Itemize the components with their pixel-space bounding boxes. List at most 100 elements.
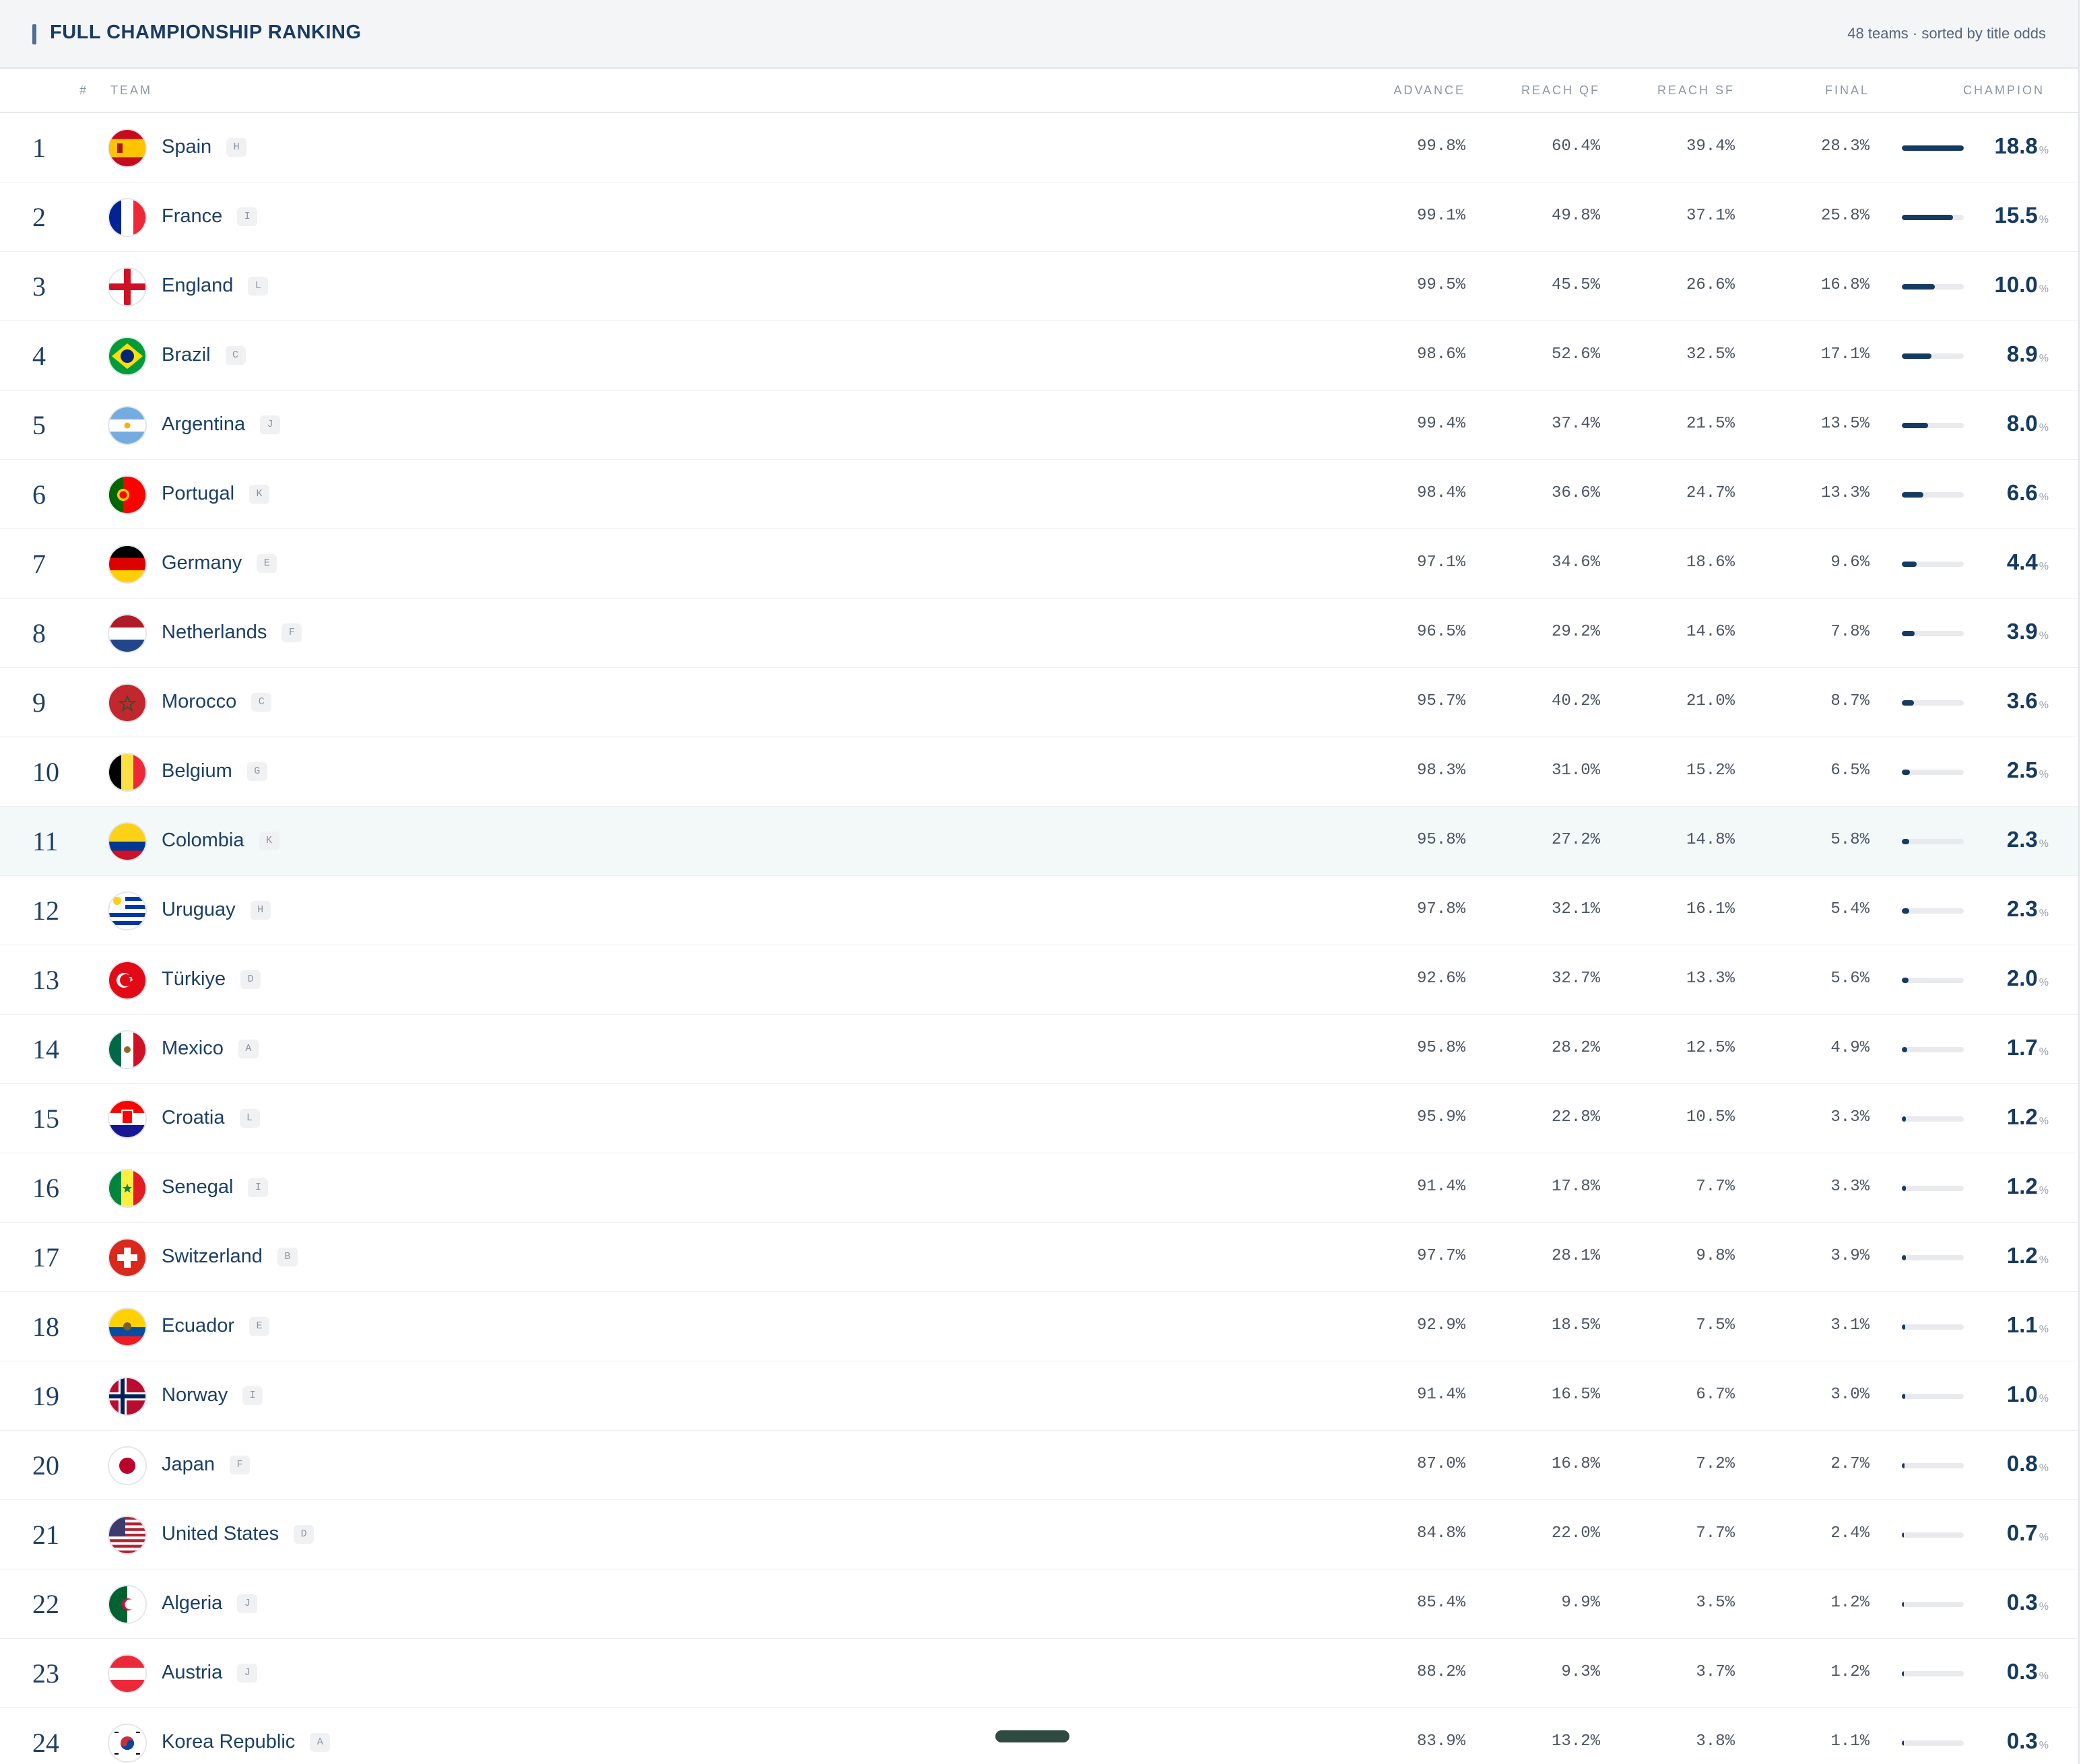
team-name[interactable]: Croatia bbox=[162, 1107, 225, 1129]
reach-qf-value: 27.2% bbox=[1551, 831, 1600, 849]
team-name[interactable]: Ecuador bbox=[162, 1315, 234, 1337]
team-name-cell[interactable]: Norway I bbox=[162, 1384, 263, 1406]
team-name[interactable]: Mexico bbox=[162, 1038, 224, 1060]
team-name[interactable]: United States bbox=[162, 1523, 279, 1545]
team-name-cell[interactable]: Morocco C bbox=[162, 691, 272, 713]
team-name[interactable]: Japan bbox=[162, 1454, 215, 1476]
panel-title: FULL CHAMPIONSHIP RANKING bbox=[50, 22, 362, 43]
team-name-cell[interactable]: Uruguay H bbox=[162, 899, 271, 921]
team-name[interactable]: Spain bbox=[162, 136, 211, 158]
table-row[interactable]: 14 Mexico A 95.8% 28.2% 12.5% 4.9% 1.7% bbox=[0, 1015, 2078, 1085]
table-row[interactable]: 16 Senegal I 91.4% 17.8% 7.7% 3.3% 1.2% bbox=[0, 1153, 2078, 1223]
team-name-cell[interactable]: Korea Republic A bbox=[162, 1731, 331, 1753]
table-row[interactable]: 23 Austria J 88.2% 9.3% 3.7% 1.2% 0.3% bbox=[0, 1639, 2078, 1709]
team-name-cell[interactable]: Croatia L bbox=[162, 1107, 260, 1129]
col-champion-header[interactable]: CHAMPION bbox=[1910, 83, 2045, 98]
champion-odds-bar-fill bbox=[1902, 1602, 1904, 1607]
table-row[interactable]: 15 Croatia L 95.9% 22.8% 10.5% 3.3% 1.2% bbox=[0, 1084, 2078, 1154]
team-name-cell[interactable]: Senegal I bbox=[162, 1176, 269, 1198]
team-name-cell[interactable]: Türkiye D bbox=[162, 968, 261, 990]
reach-sf-value: 39.4% bbox=[1686, 137, 1735, 156]
table-row[interactable]: 5 Argentina J 99.4% 37.4% 21.5% 13.5% 8.0% bbox=[0, 391, 2078, 461]
team-name-cell[interactable]: Mexico A bbox=[162, 1038, 259, 1060]
advance-value: 99.8% bbox=[1416, 137, 1465, 156]
team-name-cell[interactable]: Portugal K bbox=[162, 483, 270, 505]
champion-odds: 15.5 bbox=[1994, 203, 2038, 228]
table-row[interactable]: 21 United States D 84.8% 22.0% 7.7% 2.4% 0.7% bbox=[0, 1500, 2078, 1570]
team-name[interactable]: Germany bbox=[162, 552, 242, 574]
team-name[interactable]: Uruguay bbox=[162, 899, 236, 921]
team-name-cell[interactable]: Brazil C bbox=[162, 344, 246, 366]
team-name[interactable]: Korea Republic bbox=[162, 1731, 295, 1753]
team-name-cell[interactable]: Spain H bbox=[162, 136, 247, 158]
team-name[interactable]: Austria bbox=[162, 1662, 222, 1684]
team-name[interactable]: Norway bbox=[162, 1384, 228, 1406]
col-reach-sf-header[interactable]: REACH SF bbox=[1600, 83, 1735, 98]
col-advance-header[interactable]: ADVANCE bbox=[1331, 83, 1465, 98]
team-name-cell[interactable]: United States D bbox=[162, 1523, 315, 1545]
champion-odds-bar bbox=[1902, 1463, 1964, 1468]
col-final-header[interactable]: FINAL bbox=[1735, 83, 1869, 98]
col-reach-qf-header[interactable]: REACH QF bbox=[1465, 83, 1600, 98]
champion-odds: 2.0 bbox=[2006, 965, 2038, 990]
team-name-cell[interactable]: Netherlands F bbox=[162, 621, 302, 644]
table-row[interactable]: 6 Portugal K 98.4% 36.6% 24.7% 13.3% 6.6% bbox=[0, 460, 2078, 530]
team-name[interactable]: Belgium bbox=[162, 760, 232, 782]
table-row[interactable]: 12 Uruguay H 97.8% 32.1% 16.1% 5.4% 2.3% bbox=[0, 876, 2078, 946]
switzerland-flag-icon bbox=[109, 1240, 145, 1276]
champion-odds: 2.3 bbox=[2006, 827, 2038, 852]
team-name[interactable]: Senegal bbox=[162, 1176, 233, 1198]
team-name-cell[interactable]: France I bbox=[162, 205, 258, 228]
table-row[interactable]: 9 Morocco C 95.7% 40.2% 21.0% 8.7% 3.6% bbox=[0, 668, 2078, 738]
table-row[interactable]: 1 Spain H 99.8% 60.4% 39.4% 28.3% 18.8% bbox=[0, 113, 2078, 183]
rank-number: 17 bbox=[32, 1242, 59, 1273]
table-row[interactable]: 19 Norway I 91.4% 16.5% 6.7% 3.0% 1.0% bbox=[0, 1361, 2078, 1431]
team-name[interactable]: Netherlands bbox=[162, 621, 267, 644]
table-row[interactable]: 3 England L 99.5% 45.5% 26.6% 16.8% 10.0% bbox=[0, 252, 2078, 322]
final-value: 1.2% bbox=[1830, 1663, 1869, 1681]
reach-qf-value: 17.8% bbox=[1551, 1178, 1600, 1196]
champion-odds: 3.9 bbox=[2006, 619, 2038, 644]
table-row[interactable]: 18 Ecuador E 92.9% 18.5% 7.5% 3.1% 1.1% bbox=[0, 1292, 2078, 1362]
table-row[interactable]: 13 Türkiye D 92.6% 32.7% 13.3% 5.6% 2.0% bbox=[0, 945, 2078, 1015]
team-name-cell[interactable]: Germany E bbox=[162, 552, 277, 574]
table-row[interactable]: 2 France I 99.1% 49.8% 37.1% 25.8% 15.5% bbox=[0, 182, 2078, 252]
table-row[interactable]: 11 Colombia K 95.8% 27.2% 14.8% 5.8% 2.3% bbox=[0, 807, 2078, 877]
table-row[interactable]: 8 Netherlands F 96.5% 29.2% 14.6% 7.8% 3.9% bbox=[0, 599, 2078, 669]
table-row[interactable]: 20 Japan F 87.0% 16.8% 7.2% 2.7% 0.8% bbox=[0, 1431, 2078, 1501]
sort-meta: 48 teams · sorted by title odds bbox=[1847, 25, 2046, 42]
team-name-cell[interactable]: Japan F bbox=[162, 1454, 251, 1476]
team-name[interactable]: Morocco bbox=[162, 691, 236, 713]
team-name[interactable]: France bbox=[162, 205, 222, 228]
team-name[interactable]: Türkiye bbox=[162, 968, 226, 990]
table-row[interactable]: 4 Brazil C 98.6% 52.6% 32.5% 17.1% 8.9% bbox=[0, 321, 2078, 391]
team-name-cell[interactable]: Switzerland B bbox=[162, 1246, 298, 1268]
team-name-cell[interactable]: Argentina J bbox=[162, 413, 281, 436]
group-badge: G bbox=[246, 761, 267, 781]
table-row[interactable]: 22 Algeria J 85.4% 9.9% 3.5% 1.2% 0.3% bbox=[0, 1569, 2078, 1639]
reach-qf-value: 13.2% bbox=[1551, 1732, 1600, 1751]
team-name-cell[interactable]: Ecuador E bbox=[162, 1315, 270, 1337]
champion-odds-bar bbox=[1902, 1255, 1964, 1260]
team-name[interactable]: Portugal bbox=[162, 483, 234, 505]
team-name[interactable]: Brazil bbox=[162, 344, 211, 366]
team-name[interactable]: Argentina bbox=[162, 413, 245, 436]
team-name[interactable]: Switzerland bbox=[162, 1246, 263, 1268]
team-name[interactable]: Algeria bbox=[162, 1592, 222, 1615]
champion-odds-bar-fill bbox=[1902, 1116, 1906, 1122]
team-name-cell[interactable]: Colombia K bbox=[162, 829, 279, 852]
col-team-header[interactable]: TEAM bbox=[110, 83, 152, 98]
advance-value: 99.5% bbox=[1416, 276, 1465, 294]
team-name[interactable]: England bbox=[162, 275, 233, 297]
table-row[interactable]: 7 Germany E 97.1% 34.6% 18.6% 9.6% 4.4% bbox=[0, 529, 2078, 599]
scroll-indicator[interactable] bbox=[995, 1730, 1069, 1742]
team-name-cell[interactable]: Austria J bbox=[162, 1662, 258, 1684]
team-name-cell[interactable]: Belgium G bbox=[162, 760, 267, 782]
table-row[interactable]: 10 Belgium G 98.3% 31.0% 15.2% 6.5% 2.5% bbox=[0, 737, 2078, 807]
table-row[interactable]: 17 Switzerland B 97.7% 28.1% 9.8% 3.9% 1.2% bbox=[0, 1223, 2078, 1293]
team-name-cell[interactable]: England L bbox=[162, 275, 269, 297]
team-name-cell[interactable]: Algeria J bbox=[162, 1592, 258, 1615]
col-rank-header[interactable]: # bbox=[79, 83, 88, 98]
final-value: 3.0% bbox=[1830, 1386, 1869, 1404]
team-name[interactable]: Colombia bbox=[162, 829, 244, 852]
